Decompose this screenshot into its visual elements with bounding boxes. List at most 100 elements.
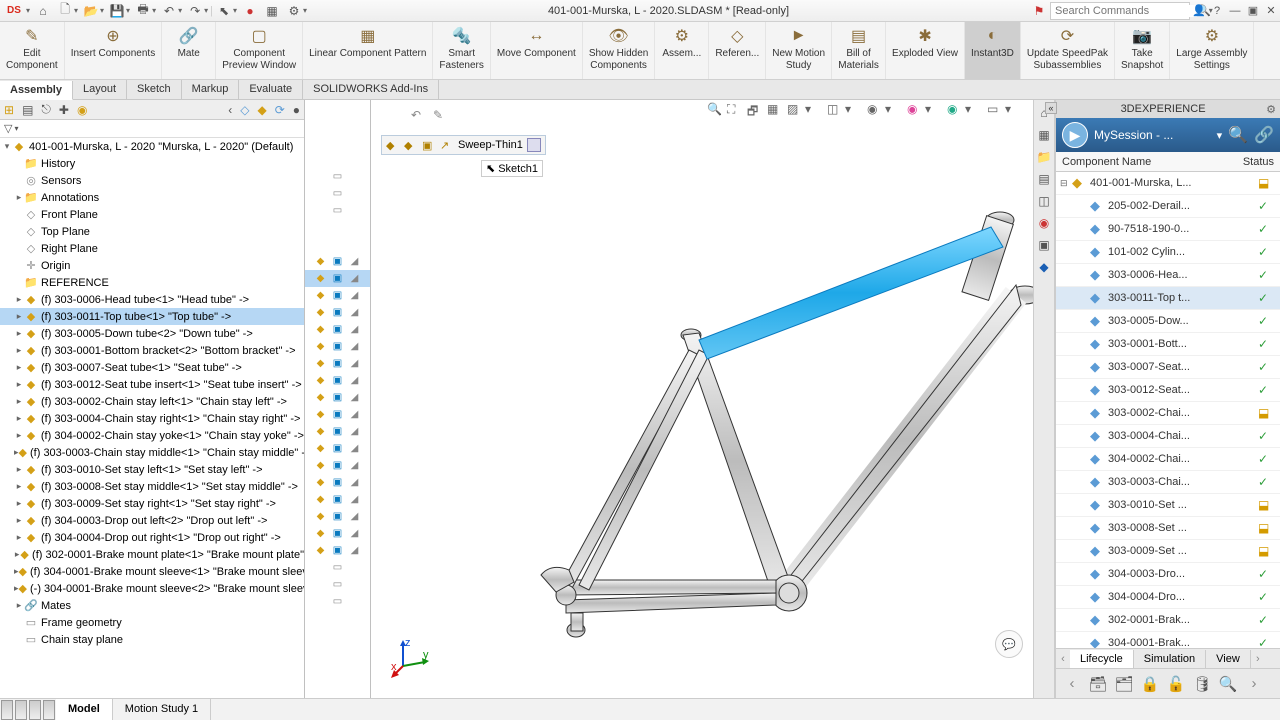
home-icon[interactable]: ⌂ [34, 2, 52, 20]
ribbon-edit-component[interactable]: ✎EditComponent [0, 22, 65, 79]
tree-row[interactable]: ▸◆(f) 303-0006-Head tube<1> "Head tube" … [0, 291, 304, 308]
tree-row[interactable]: ▸◆(-) 304-0001-Brake mount sleeve<2> "Br… [0, 580, 304, 597]
ribbon-show-hidden-components[interactable]: 👁Show HiddenComponents [583, 22, 655, 79]
hide-show-icon[interactable]: ◉ [867, 102, 883, 118]
rp-tab-left-icon[interactable]: ‹ [1056, 653, 1070, 665]
print-icon[interactable]: 🖶 [134, 2, 152, 20]
ribbon-take-snapshot[interactable]: 📷TakeSnapshot [1115, 22, 1170, 79]
state-row[interactable]: ◆▣◢ [305, 355, 370, 372]
display-style-icon[interactable]: ◫ [827, 102, 843, 118]
apply-scene-icon[interactable]: ◉ [947, 102, 963, 118]
ribbon-instant-d[interactable]: ◐Instant3D [965, 22, 1021, 79]
new-icon[interactable]: 🗋 [56, 2, 74, 20]
display-manager-tab-icon[interactable]: ◉ [77, 103, 87, 117]
rp-session-dropdown-icon[interactable]: ▾ [1217, 129, 1223, 142]
flag-icon[interactable]: ⚑ [1030, 2, 1048, 20]
chat-icon[interactable]: 💬 [995, 630, 1023, 658]
tree-row[interactable]: ▸📁Annotations [0, 189, 304, 206]
restore-icon[interactable]: ▣ [1244, 4, 1262, 17]
state-row[interactable]: ◆▣◢ [305, 253, 370, 270]
sb-tab-model[interactable]: Model [56, 699, 113, 720]
rp-tab-simulation[interactable]: Simulation [1134, 650, 1206, 668]
tree-row[interactable]: ▸◆(f) 304-0004-Drop out right<1> "Drop o… [0, 529, 304, 546]
minimize-icon[interactable]: — [1226, 5, 1244, 17]
flyout-edit-icon[interactable]: ✎ [433, 108, 449, 124]
panel-nav-gear-icon[interactable]: ● [293, 103, 300, 117]
rp-item[interactable]: ◆304-0004-Dro...✓ [1056, 586, 1280, 609]
section-view-icon[interactable]: ▦ [767, 102, 783, 118]
close-icon[interactable]: ✕ [1262, 4, 1280, 17]
tree-row[interactable]: ▸◆(f) 303-0005-Down tube<2> "Down tube" … [0, 325, 304, 342]
state-row[interactable]: ◆▣◢ [305, 508, 370, 525]
ribbon-smart-fasteners[interactable]: 🔩SmartFasteners [433, 22, 490, 79]
search-input[interactable] [1055, 5, 1197, 17]
ribbon-exploded-view[interactable]: ✱Exploded View [886, 22, 965, 79]
tree-row[interactable]: ◇Right Plane [0, 240, 304, 257]
tp-custom-props-icon[interactable]: ▣ [1035, 236, 1053, 254]
state-row[interactable]: ◆▣◢ [305, 491, 370, 508]
rp-tab-lifecycle[interactable]: Lifecycle [1070, 650, 1134, 668]
ribbon-assem-[interactable]: ⚙Assem... [655, 22, 709, 79]
cmdtab-layout[interactable]: Layout [73, 80, 127, 99]
prev-view-icon[interactable]: 🗗 [747, 102, 763, 118]
rp-item[interactable]: ◆101-002 Cylin...✓ [1056, 241, 1280, 264]
search-commands-box[interactable]: 🔍▾ [1050, 2, 1190, 20]
state-row[interactable]: ◆▣◢ [305, 525, 370, 542]
sb-view-ports[interactable] [0, 699, 56, 720]
tp-view-palette-icon[interactable]: ◫ [1035, 192, 1053, 210]
view-orient-icon[interactable]: ▨ [787, 102, 803, 118]
tree-row[interactable]: ✛Origin [0, 257, 304, 274]
state-row[interactable]: ◆▣◢ [305, 389, 370, 406]
tp-design-lib-icon[interactable]: 📁 [1035, 148, 1053, 166]
undo-icon[interactable]: ↶ [160, 2, 178, 20]
rp-item[interactable]: ◆303-0005-Dow...✓ [1056, 310, 1280, 333]
rp-item[interactable]: ◆304-0001-Brak...✓ [1056, 632, 1280, 648]
rp-bb-right-icon[interactable]: › [1242, 672, 1266, 696]
config-manager-tab-icon[interactable]: ⎋ [41, 102, 51, 117]
rp-item[interactable]: ◆303-0009-Set ...⬓ [1056, 540, 1280, 563]
tree-row[interactable]: ▭Frame geometry [0, 614, 304, 631]
logo-dropdown-icon[interactable]: ▾ [26, 6, 30, 15]
ribbon-insert-components[interactable]: ⊕Insert Components [65, 22, 163, 79]
state-row[interactable]: ◆▣◢ [305, 372, 370, 389]
panel-nav-cube-icon[interactable]: ◆ [257, 103, 266, 117]
ribbon-linear-component-pattern[interactable]: ▦Linear Component Pattern [303, 22, 433, 79]
tree-row[interactable]: ▸◆(f) 302-0001-Brake mount plate<1> "Bra… [0, 546, 304, 563]
rp-bb-db-icon[interactable]: 🛢 [1190, 672, 1214, 696]
rebuild-icon[interactable]: ● [241, 2, 259, 20]
view-settings-icon[interactable]: ▭ [987, 102, 1003, 118]
state-row[interactable]: ◆▣◢ [305, 457, 370, 474]
zoom-area-icon[interactable]: ⛶ [727, 102, 743, 118]
tree-row[interactable]: ▸◆(f) 303-0003-Chain stay middle<1> "Cha… [0, 444, 304, 461]
rp-root[interactable]: ⊟◆401-001-Murska, L...⬓ [1056, 172, 1280, 195]
tree-row[interactable]: ▸◆(f) 303-0009-Set stay right<1> "Set st… [0, 495, 304, 512]
tree-row[interactable]: 📁REFERENCE [0, 274, 304, 291]
save-icon[interactable]: 💾 [108, 2, 126, 20]
cmdtab-evaluate[interactable]: Evaluate [239, 80, 303, 99]
cmdtab-assembly[interactable]: Assembly [0, 81, 73, 100]
ribbon-update-speedpak-subassemblies[interactable]: ⟳Update SpeedPakSubassemblies [1021, 22, 1115, 79]
graphics-area[interactable]: ↶ ✎ 🔍 ⛶ 🗗 ▦ ▨▾ ◫▾ ◉▾ ◉▾ ◉▾ ▭▾ ◆ ◆ ▣ ↗ Sw… [371, 100, 1033, 698]
sb-tab-motion[interactable]: Motion Study 1 [113, 699, 211, 720]
cmdtab-solidworks-add-ins[interactable]: SOLIDWORKS Add-Ins [303, 80, 439, 99]
tree-row[interactable]: ▸◆(f) 303-0004-Chain stay right<1> "Chai… [0, 410, 304, 427]
rp-tab-right-icon[interactable]: › [1251, 653, 1265, 665]
rp-bb-refresh-icon[interactable]: 🔍 [1216, 672, 1240, 696]
state-row[interactable]: ◆▣◢ [305, 423, 370, 440]
ribbon-large-assembly-settings[interactable]: ⚙Large AssemblySettings [1170, 22, 1254, 79]
tp-appearances-icon[interactable]: ◉ [1035, 214, 1053, 232]
open-icon[interactable]: 📂 [82, 2, 100, 20]
rp-item[interactable]: ◆303-0003-Chai...✓ [1056, 471, 1280, 494]
globe-icon[interactable]: ▶ [1062, 122, 1088, 148]
rp-item[interactable]: ◆303-0011-Top t...✓ [1056, 287, 1280, 310]
edit-appearance-icon[interactable]: ◉ [907, 102, 923, 118]
dimxpert-tab-icon[interactable]: ✚ [59, 103, 69, 117]
rp-item[interactable]: ◆303-0004-Chai...✓ [1056, 425, 1280, 448]
rp-item[interactable]: ◆303-0010-Set ...⬓ [1056, 494, 1280, 517]
tree-row[interactable]: ▸◆(f) 303-0001-Bottom bracket<2> "Bottom… [0, 342, 304, 359]
cmdtab-sketch[interactable]: Sketch [127, 80, 182, 99]
state-row[interactable]: ◆▣◢ [305, 304, 370, 321]
ribbon-move-component[interactable]: ↔Move Component [491, 22, 583, 79]
rp-search-icon[interactable]: 🔍 [1228, 125, 1248, 145]
tree-row[interactable]: ▸◆(f) 303-0010-Set stay left<1> "Set sta… [0, 461, 304, 478]
